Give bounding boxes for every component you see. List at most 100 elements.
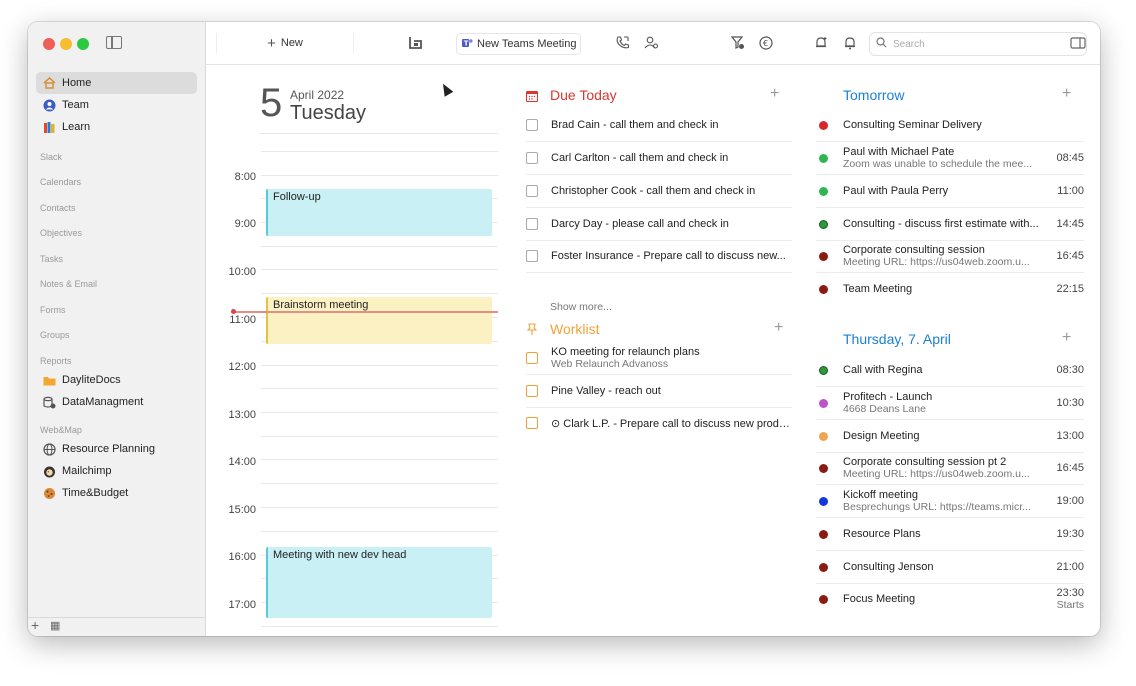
hour-line xyxy=(261,626,498,627)
worklist-row[interactable]: Pine Valley - reach out xyxy=(526,375,792,408)
sidebar-item-label: DayliteDocs xyxy=(62,374,121,386)
minimize-window-button[interactable] xyxy=(60,38,72,50)
task-row[interactable]: Carl Carlton - call them and check in xyxy=(526,142,792,175)
currency-icon[interactable]: € xyxy=(759,33,773,53)
add-tomorrow-icon[interactable]: + xyxy=(1062,85,1071,103)
sidebar-item-resource-planning[interactable]: Resource Planning xyxy=(36,438,197,460)
contact-call-icon[interactable] xyxy=(644,33,659,53)
sidebar-item-mailchimp[interactable]: Mailchimp xyxy=(36,460,197,482)
add-worklist-icon[interactable]: + xyxy=(774,319,783,337)
appointment-row[interactable]: Corporate consulting session pt 2 Meetin… xyxy=(816,452,1084,485)
worklist-title: Worklist xyxy=(550,321,600,337)
calendar-icon[interactable]: ▦ xyxy=(50,619,60,632)
add-icon[interactable]: + xyxy=(31,617,39,633)
status-dot xyxy=(819,529,828,539)
section-groups[interactable]: Groups xyxy=(40,330,70,340)
appointment-row[interactable]: Focus Meeting 23:30 Starts xyxy=(816,583,1084,615)
status-dot xyxy=(819,153,828,163)
task-checkbox[interactable] xyxy=(526,185,538,197)
worklist-row[interactable]: KO meeting for relaunch plans Web Relaun… xyxy=(526,342,792,375)
section-contacts[interactable]: Contacts xyxy=(40,203,76,213)
daylite-icon[interactable] xyxy=(408,33,424,53)
add-thursday-icon[interactable]: + xyxy=(1062,329,1071,347)
close-window-button[interactable] xyxy=(43,38,55,50)
sidebar-item-learn[interactable]: Learn xyxy=(36,116,197,138)
section-webmap[interactable]: Web&Map xyxy=(40,425,82,435)
appointment-row[interactable]: Team Meeting 22:15 xyxy=(816,273,1084,305)
calendar-event[interactable]: Brainstorm meeting xyxy=(266,297,492,344)
show-more-link[interactable]: Show more... xyxy=(550,301,612,313)
appointment-row[interactable]: Call with Regina 08:30 xyxy=(816,354,1084,387)
task-checkbox[interactable] xyxy=(526,250,538,262)
appointment-time: 21:00 xyxy=(1056,561,1084,573)
sidebar-footer: + ▦ xyxy=(28,617,205,636)
appointment-row[interactable]: Profitech - Launch 4668 Deans Lane 10:30 xyxy=(816,387,1084,420)
status-dot xyxy=(819,496,828,506)
status-dot xyxy=(819,398,828,408)
section-reports[interactable]: Reports xyxy=(40,356,72,366)
task-checkbox[interactable] xyxy=(526,218,538,230)
task-row[interactable]: Foster Insurance - Prepare call to discu… xyxy=(526,240,792,273)
calendar-event[interactable]: Meeting with new dev head xyxy=(266,547,492,618)
task-row[interactable]: Darcy Day - please call and check in xyxy=(526,208,792,241)
status-dot xyxy=(819,365,828,375)
task-checkbox[interactable] xyxy=(526,119,538,131)
sidebar-item-team[interactable]: Team xyxy=(36,94,197,116)
worklist-title-text: Pine Valley - reach out xyxy=(551,385,661,397)
section-tasks[interactable]: Tasks xyxy=(40,254,63,264)
sidebar-item-home[interactable]: Home xyxy=(36,72,197,94)
funnel-icon[interactable] xyxy=(731,33,745,53)
search-field[interactable]: Search xyxy=(869,32,1087,56)
right-panel-toggle-icon[interactable] xyxy=(1070,33,1086,53)
bell-icon[interactable] xyxy=(843,33,857,53)
appointment-row[interactable]: Consulting Jenson 21:00 xyxy=(816,551,1084,584)
globe-icon xyxy=(42,442,56,456)
hour-label: 13:00 xyxy=(228,409,256,421)
section-slack[interactable]: Slack xyxy=(40,152,62,162)
worklist-checkbox[interactable] xyxy=(526,417,538,429)
appointment-row[interactable]: Corporate consulting session Meeting URL… xyxy=(816,240,1084,273)
hour-line xyxy=(261,175,498,176)
add-due-today-icon[interactable]: + xyxy=(770,85,779,103)
appointment-title: Consulting - discuss first estimate with… xyxy=(843,218,1039,230)
appointment-row[interactable]: Consulting - discuss first estimate with… xyxy=(816,208,1084,241)
event-title: Brainstorm meeting xyxy=(273,299,369,311)
status-dot xyxy=(819,463,828,473)
appointment-row[interactable]: Resource Plans 19:30 xyxy=(816,518,1084,551)
appointment-time: 22:15 xyxy=(1056,283,1084,295)
section-calendars[interactable]: Calendars xyxy=(40,177,81,187)
task-row[interactable]: Christopher Cook - call them and check i… xyxy=(526,175,792,208)
worklist-checkbox[interactable] xyxy=(526,385,538,397)
new-teams-meeting-button[interactable]: T New Teams Meeting xyxy=(456,33,582,55)
phone-icon[interactable] xyxy=(615,33,630,53)
sidebar-item-time-budget[interactable]: Time&Budget xyxy=(36,482,197,504)
appointment-row[interactable]: Paul with Michael Pate Zoom was unable t… xyxy=(816,142,1084,175)
zoom-window-button[interactable] xyxy=(77,38,89,50)
calendar-event[interactable]: Follow-up xyxy=(266,189,492,236)
event-title: Meeting with new dev head xyxy=(273,549,407,561)
appointment-row[interactable]: Consulting Seminar Delivery xyxy=(816,109,1084,142)
section-notes-email[interactable]: Notes & Email xyxy=(40,279,97,289)
sidebar-item-daylitedocs[interactable]: DayliteDocs xyxy=(36,369,197,391)
section-objectives[interactable]: Objectives xyxy=(40,228,82,238)
appointment-row[interactable]: Design Meeting 13:00 xyxy=(816,420,1084,453)
worklist-row[interactable]: ⊙ Clark L.P. - Prepare call to discuss n… xyxy=(526,407,792,439)
worklist-checkbox[interactable] xyxy=(526,352,538,364)
task-checkbox[interactable] xyxy=(526,152,538,164)
appointment-time: 08:45 xyxy=(1056,152,1084,164)
section-forms[interactable]: Forms xyxy=(40,305,66,315)
hour-line xyxy=(261,483,498,484)
appointment-title: Consulting Seminar Delivery xyxy=(843,119,982,131)
mailchimp-icon xyxy=(42,464,56,478)
new-button[interactable]: + New xyxy=(216,33,354,53)
appointment-row[interactable]: Paul with Paula Perry 11:00 xyxy=(816,175,1084,208)
appointment-time: 10:30 xyxy=(1056,397,1084,409)
event-title: Follow-up xyxy=(273,191,321,203)
bell-add-icon[interactable] xyxy=(814,33,829,53)
sidebar-toggle-icon[interactable] xyxy=(106,36,122,49)
appointment-title: Resource Plans xyxy=(843,528,921,540)
sidebar-item-datamanagment[interactable]: DataManagment xyxy=(36,391,197,413)
appointment-row[interactable]: Kickoff meeting Besprechungs URL: https:… xyxy=(816,485,1084,518)
sidebar-item-label: Mailchimp xyxy=(62,465,112,477)
task-row[interactable]: Brad Cain - call them and check in xyxy=(526,109,792,142)
